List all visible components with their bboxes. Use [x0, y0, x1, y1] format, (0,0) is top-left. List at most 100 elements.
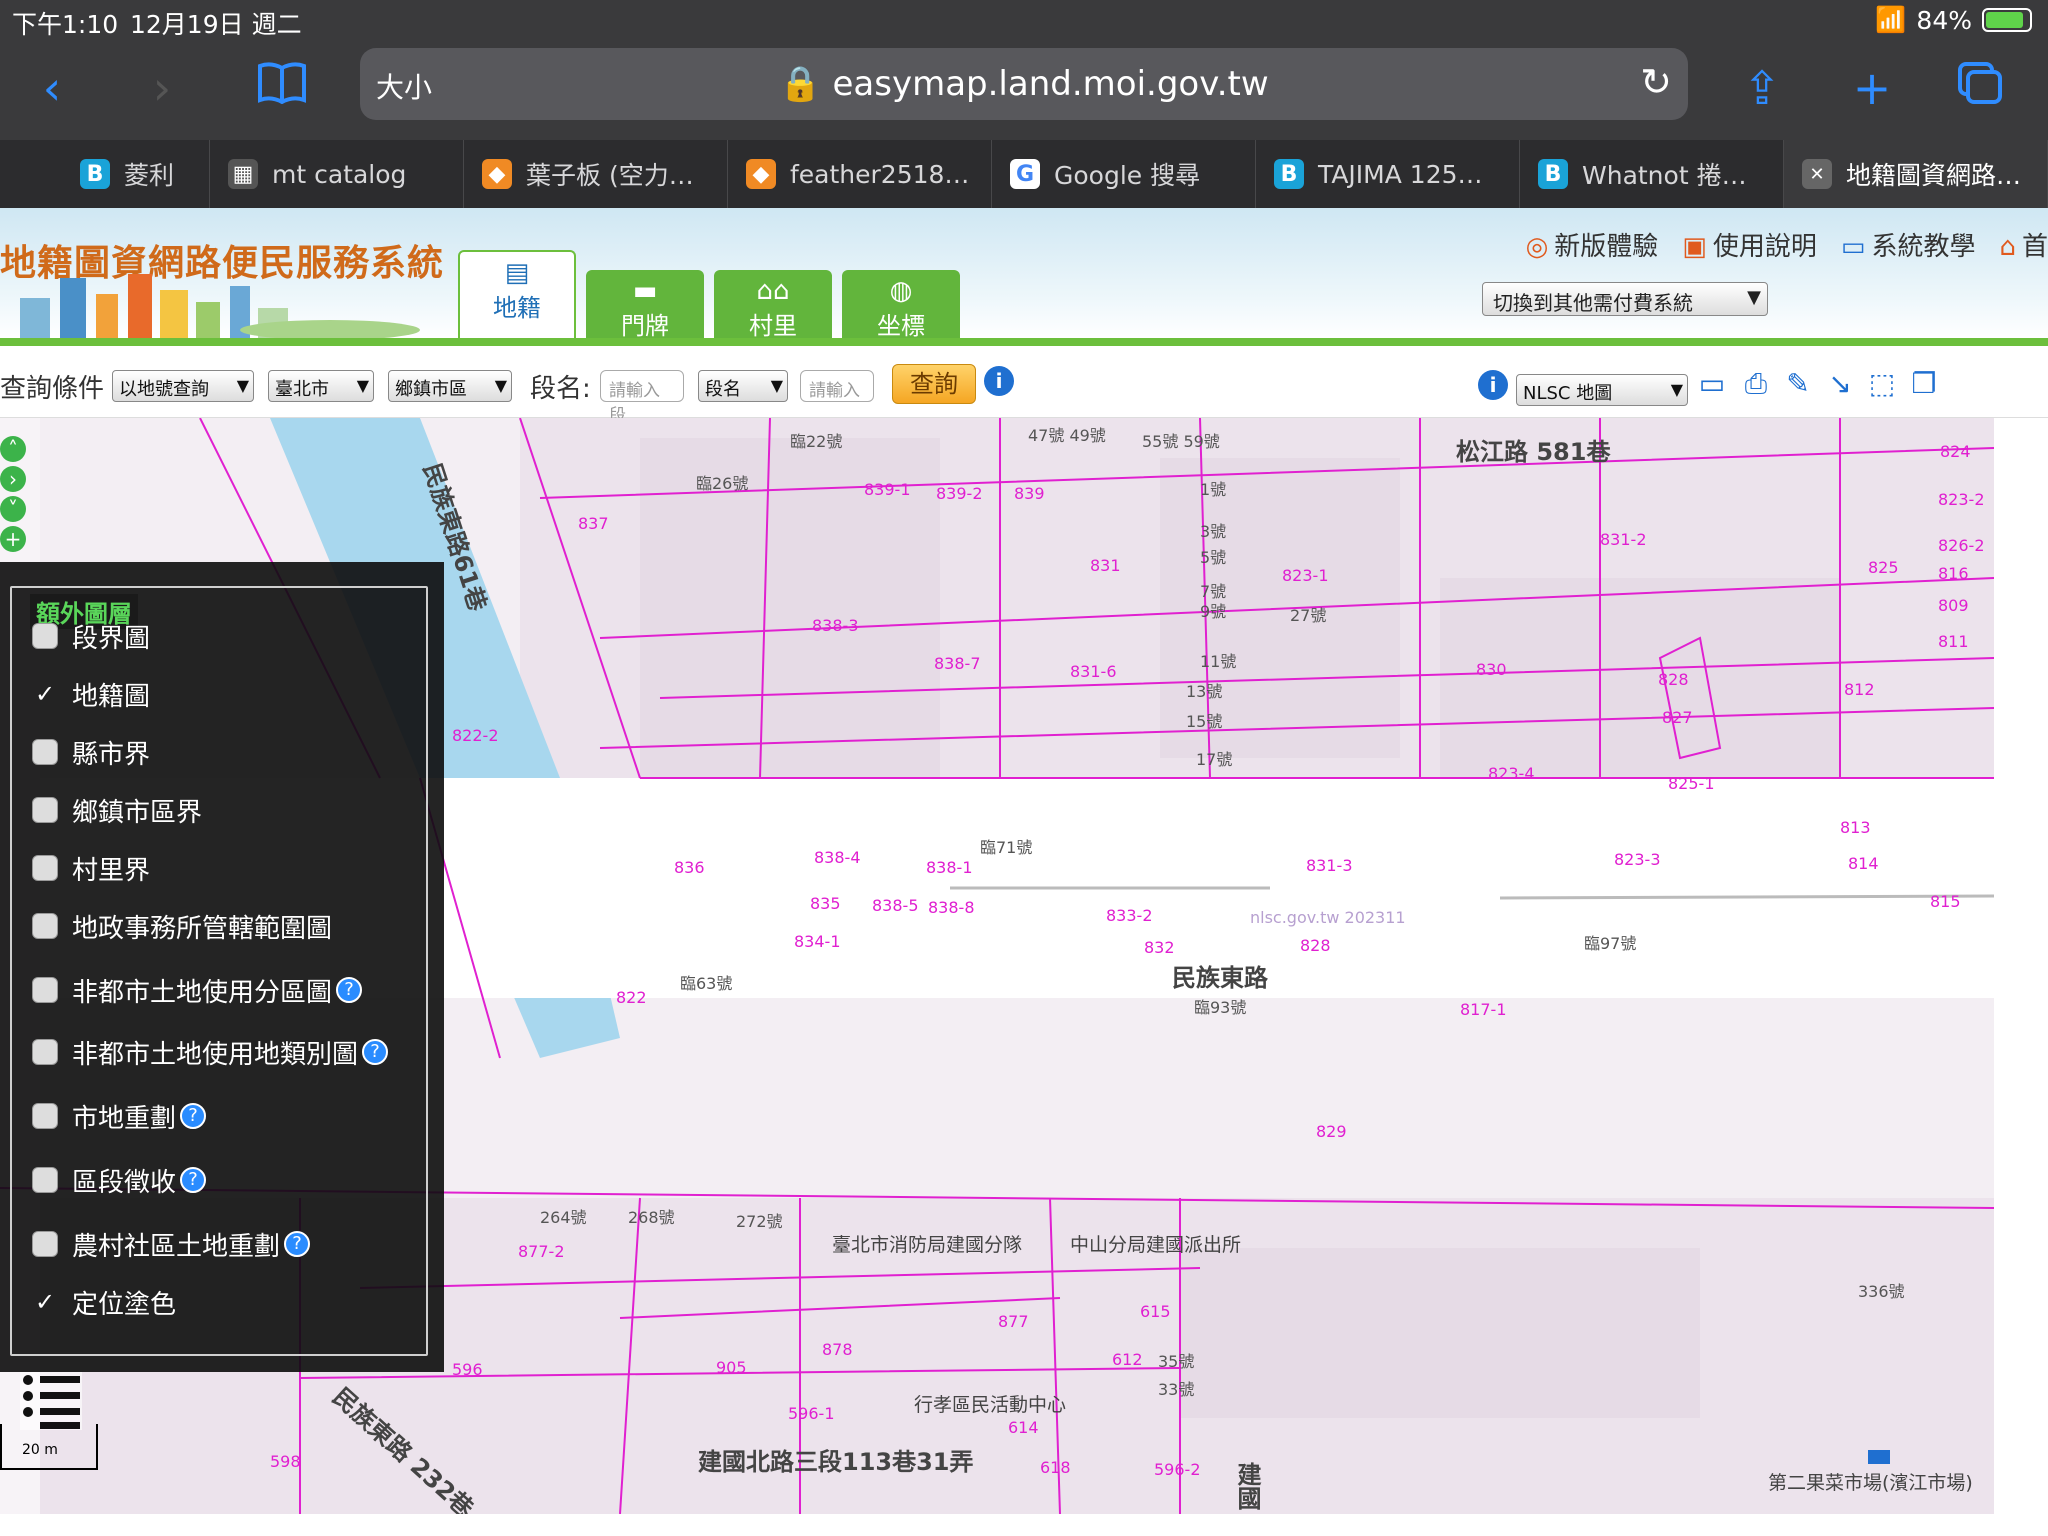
house-number: 33號 [1158, 1380, 1195, 1399]
tab-4[interactable]: ◆ feather2518… [728, 140, 992, 208]
info-icon[interactable]: i [1478, 370, 1508, 400]
checkbox[interactable] [32, 1103, 58, 1129]
tab-favicon-icon: ◆ [746, 159, 776, 189]
layer-cadastral[interactable]: ✓ 地籍圖 [32, 674, 150, 714]
checkbox[interactable] [32, 977, 58, 1003]
checkbox[interactable] [32, 623, 58, 649]
layer-label: 村里界 [72, 855, 151, 886]
layer-locate-highlight[interactable]: ✓ 定位塗色 [32, 1282, 176, 1322]
layer-nonurban-landuse[interactable]: 非都市土地使用地類別圖? [32, 1032, 389, 1072]
new-tab-icon[interactable]: + [1842, 58, 1902, 118]
tab-7[interactable]: B Whatnot 捲… [1520, 140, 1784, 208]
tab-doorplate[interactable]: ▬ 門牌 [586, 270, 704, 340]
city-select[interactable]: 臺北市 [268, 370, 374, 402]
checkbox[interactable] [32, 739, 58, 765]
query-mode-select[interactable]: 以地號查詢 [112, 370, 254, 402]
pan-down-icon[interactable]: ˅ [0, 496, 26, 522]
tab-label: 菱利 [124, 161, 175, 190]
checkbox[interactable] [32, 1231, 58, 1257]
tab-6[interactable]: B TAJIMA 125… [1256, 140, 1520, 208]
section-select[interactable]: 段名 [698, 370, 788, 402]
tab-3[interactable]: ◆ 葉子板 (空力… [464, 140, 728, 208]
house-number: 臨97號 [1584, 934, 1637, 953]
battery-percent: 84% [1916, 5, 1972, 35]
address-bar[interactable]: 大小 🔒 easymap.land.moi.gov.tw ↻ [360, 48, 1688, 120]
list-icon[interactable] [20, 1372, 82, 1430]
help-icon[interactable]: ? [284, 1231, 311, 1257]
share-icon[interactable]: ⇪ [1732, 58, 1792, 118]
checkbox[interactable] [32, 855, 58, 881]
zoom-in-icon[interactable]: + [0, 526, 26, 552]
help-icon[interactable]: ? [180, 1103, 207, 1129]
info-icon[interactable]: i [984, 366, 1014, 396]
layer-rural-readjustment[interactable]: 農村社區土地重劃? [32, 1224, 311, 1264]
parcel-label: 823-4 [1488, 764, 1535, 783]
print-pdf-icon[interactable]: ⎙ [1740, 368, 1772, 400]
layer-land-office[interactable]: 地政事務所管轄範圍圖 [32, 906, 332, 946]
paid-system-select[interactable]: 切換到其他需付費系統 [1482, 282, 1768, 316]
layer-nonurban-zoning[interactable]: 非都市土地使用分區圖? [32, 970, 363, 1010]
area-icon[interactable]: ⬚ [1866, 368, 1898, 400]
extra-layers-panel: 額外圖層 段界圖 ✓ 地籍圖 縣市界 鄉鎮市區界 村里界 地政事務所管轄範圍圖 非… [0, 562, 444, 1372]
checkbox[interactable] [32, 1039, 58, 1065]
reload-icon[interactable]: ↻ [1640, 60, 1672, 104]
tab-active[interactable]: ✕ 地籍圖資網路… [1784, 140, 2048, 208]
tab-label: Google 搜尋 [1054, 161, 1201, 190]
tutorial-link[interactable]: ▭ 系統教學 [1841, 226, 1976, 263]
layer-label: 非都市土地使用地類別圖 [72, 1039, 359, 1070]
query-button[interactable]: 查詢 [892, 364, 976, 404]
checkbox[interactable] [32, 1167, 58, 1193]
checkbox[interactable] [32, 913, 58, 939]
parcel-label: 905 [716, 1358, 747, 1377]
window-icon[interactable]: ▭ [1696, 368, 1728, 400]
road-label: 建國 [1233, 1462, 1261, 1510]
lock-icon: 🔒 [779, 64, 833, 104]
layer-township-boundary[interactable]: 鄉鎮市區界 [32, 790, 202, 830]
tabs-overview-icon[interactable] [1950, 58, 2010, 118]
tab-label: mt catalog [272, 159, 407, 189]
section-input[interactable]: 請輸入段 [600, 370, 684, 426]
new-version-link[interactable]: ◎ 新版體驗 [1526, 226, 1659, 263]
tab-cadastral[interactable]: ▤ 地籍 [458, 250, 576, 338]
zoom-controls: ˄ › ˅ + [0, 436, 30, 552]
parcel-label: 838-3 [812, 616, 859, 635]
layer-zone-expropriation[interactable]: 區段徵收? [32, 1160, 207, 1200]
layer-county-boundary[interactable]: 縣市界 [32, 732, 150, 772]
back-icon[interactable]: ‹ [22, 58, 82, 118]
copy-icon[interactable]: ❐ [1908, 368, 1940, 400]
pan-up-icon[interactable]: ˄ [0, 436, 26, 462]
parcel-label: 813 [1840, 818, 1871, 837]
layer-village-boundary[interactable]: 村里界 [32, 848, 150, 888]
tab-1[interactable]: B 菱利 [0, 140, 210, 208]
checkbox-checked[interactable]: ✓ [32, 681, 58, 707]
checkbox[interactable] [32, 797, 58, 823]
parcel-label: 823-2 [1938, 490, 1985, 509]
layer-section-boundary[interactable]: 段界圖 [32, 616, 150, 656]
map-scale: 20 m [0, 1424, 98, 1470]
district-select[interactable]: 鄉鎮市區 [388, 370, 512, 402]
checkbox-checked[interactable]: ✓ [32, 1289, 58, 1315]
parcel-label: 831-6 [1070, 662, 1117, 681]
forward-icon[interactable]: › [132, 58, 192, 118]
bookmarks-icon[interactable] [252, 58, 312, 118]
house-number: 55號 59號 [1142, 432, 1220, 451]
home-link[interactable]: ⌂ 首 [1999, 226, 2048, 263]
number-input[interactable]: 請輸入 [800, 370, 874, 402]
pan-right-icon[interactable]: › [0, 466, 26, 492]
tab-coordinate[interactable]: ◍ 坐標 [842, 270, 960, 340]
tab-close-icon[interactable]: ✕ [1802, 159, 1832, 189]
road-label: 建國北路三段113巷31弄 [698, 1448, 974, 1476]
tab-2[interactable]: ▦ mt catalog [210, 140, 464, 208]
tab-5[interactable]: G Google 搜尋 [992, 140, 1256, 208]
city-illustration [20, 274, 420, 338]
tab-village[interactable]: ⌂⌂ 村里 [714, 270, 832, 340]
measure-icon[interactable]: ↘ [1824, 368, 1856, 400]
help-icon[interactable]: ? [180, 1167, 207, 1193]
edit-icon[interactable]: ✎ [1782, 368, 1814, 400]
layer-urban-readjustment[interactable]: 市地重劃? [32, 1096, 207, 1136]
manual-link[interactable]: ▣ 使用說明 [1682, 226, 1817, 263]
basemap-select[interactable]: NLSC 地圖 [1516, 374, 1688, 406]
help-icon[interactable]: ? [336, 977, 363, 1003]
parcel-label: 598 [270, 1452, 301, 1471]
help-icon[interactable]: ? [362, 1039, 389, 1065]
